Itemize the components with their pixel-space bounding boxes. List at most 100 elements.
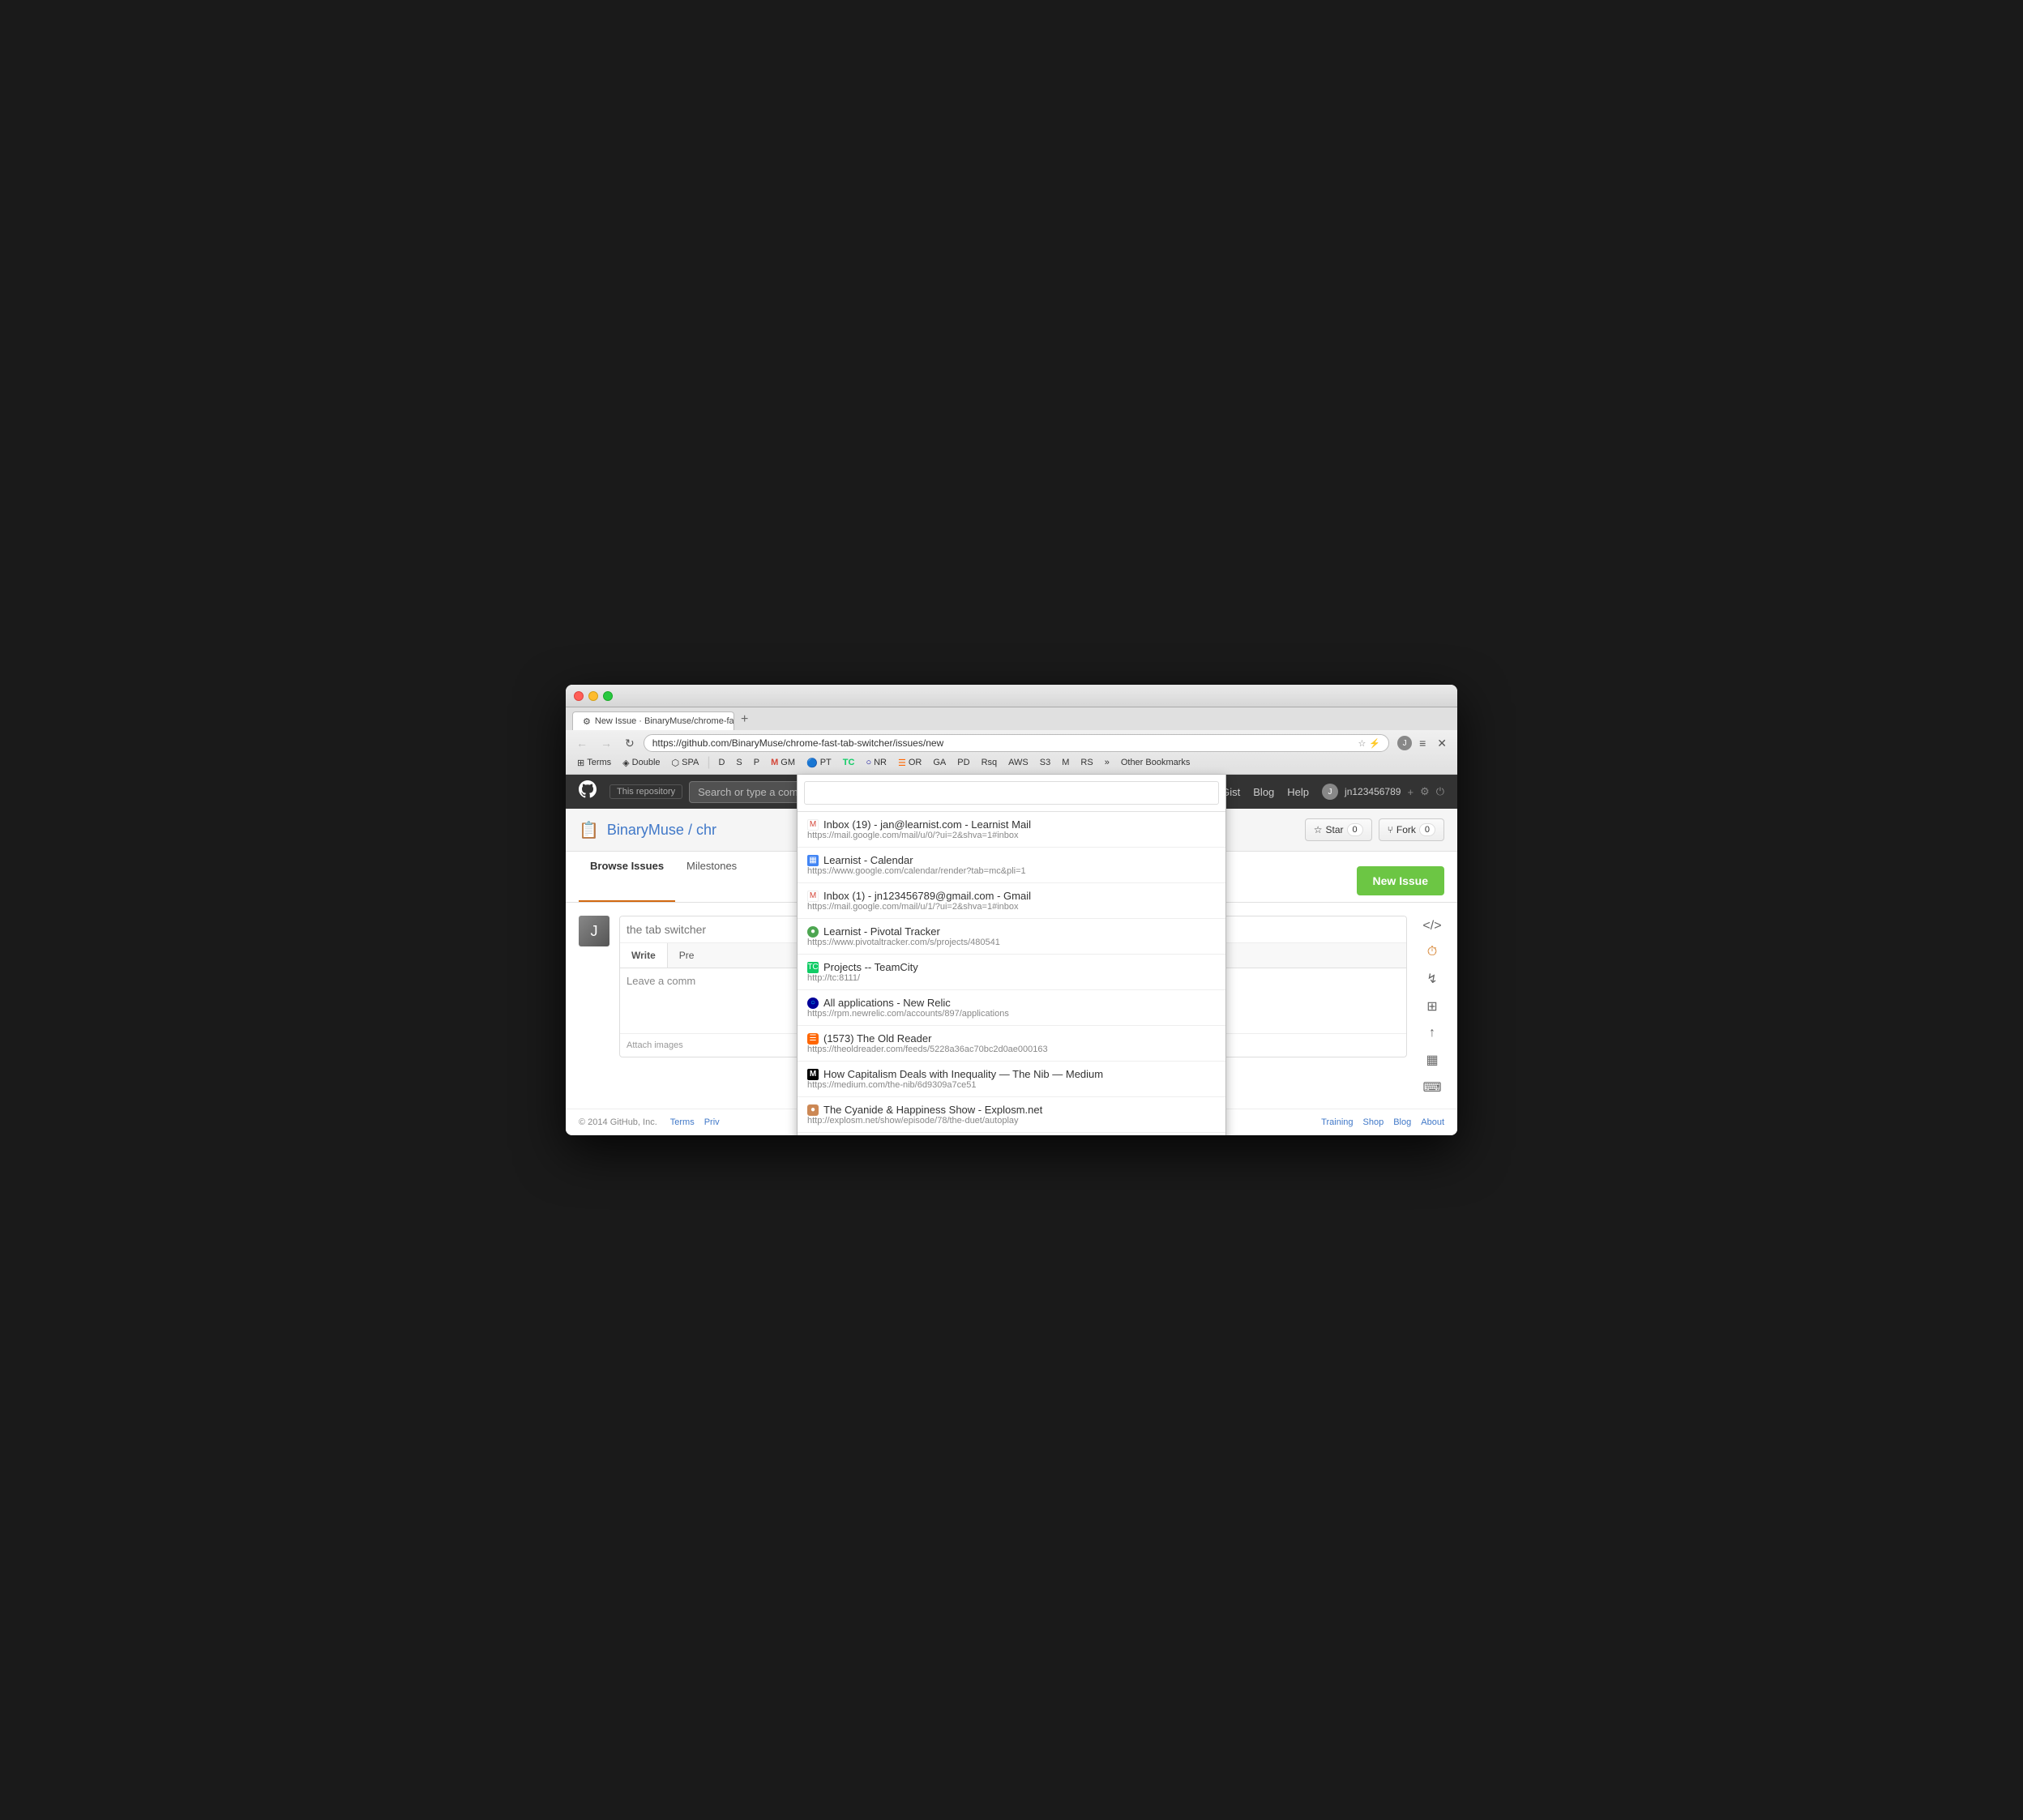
tab-item-1[interactable]: ▦ Learnist - Calendar https://www.google…: [798, 848, 1225, 883]
upload-icon[interactable]: ↑: [1429, 1026, 1435, 1040]
tab-item-6[interactable]: ☰ (1573) The Old Reader https://theoldre…: [798, 1026, 1225, 1062]
right-sidebar: </> ⏱ ↯ ⊞ ↑ ▦ ⌨: [1420, 916, 1444, 1096]
bookmark-s3[interactable]: S3: [1035, 757, 1055, 768]
maximize-button[interactable]: [603, 691, 613, 701]
bookmark-or[interactable]: ☰ OR: [893, 757, 926, 769]
repo-name-link[interactable]: chr: [696, 822, 716, 838]
issue-placeholder: Leave a comm: [627, 975, 695, 987]
bookmark-double[interactable]: ◈ Double: [618, 757, 665, 769]
bookmark-more[interactable]: »: [1100, 757, 1114, 768]
bookmark-tc[interactable]: TC: [838, 757, 860, 768]
apps-icon: ⊞: [577, 758, 584, 768]
bookmark-gm[interactable]: M GM: [766, 757, 800, 768]
bookmark-p[interactable]: P: [749, 757, 764, 768]
about-link[interactable]: About: [1421, 1117, 1444, 1127]
github-page: M Inbox (19) - jan@learnist.com - Learni…: [566, 775, 1457, 1135]
training-link[interactable]: Training: [1321, 1117, 1353, 1127]
tab-item-url-7: https://medium.com/the-nib/6d9309a7ce51: [807, 1080, 1216, 1090]
bookmark-icon[interactable]: ☆: [1358, 738, 1366, 749]
tab-item-0[interactable]: M Inbox (19) - jan@learnist.com - Learni…: [798, 812, 1225, 848]
new-tab-btn[interactable]: +: [734, 709, 755, 730]
bookmark-ga[interactable]: GA: [928, 757, 951, 768]
bookmark-apps[interactable]: ⊞ Terms: [572, 757, 616, 769]
terms-link[interactable]: Terms: [670, 1117, 695, 1127]
code-icon[interactable]: </>: [1422, 919, 1441, 933]
tab-item-2[interactable]: M Inbox (1) - jn123456789@gmail.com - Gm…: [798, 883, 1225, 919]
clock-icon[interactable]: ⏱: [1427, 945, 1437, 959]
tab-item-url-6: https://theoldreader.com/feeds/5228a36ac…: [807, 1045, 1216, 1054]
tab-item-url-3: https://www.pivotaltracker.com/s/project…: [807, 938, 1216, 947]
subnav-browse-issues[interactable]: Browse Issues: [579, 852, 675, 902]
tab-item-8[interactable]: ● The Cyanide & Happiness Show - Explosm…: [798, 1097, 1225, 1133]
user-profile-icon[interactable]: J: [1397, 736, 1412, 750]
grid-icon[interactable]: ⊞: [1426, 998, 1437, 1015]
privacy-link[interactable]: Priv: [704, 1117, 720, 1127]
double-icon: ◈: [622, 758, 629, 768]
titlebar: [566, 685, 1457, 707]
write-tab[interactable]: Write: [620, 943, 668, 968]
bookmark-pt[interactable]: 🔵 PT: [802, 757, 836, 769]
active-tab[interactable]: ⚙ New Issue · BinaryMuse/chrome-fast-tab…: [572, 711, 734, 730]
subnav-milestones[interactable]: Milestones: [675, 852, 748, 902]
forward-button[interactable]: →: [597, 735, 616, 751]
nav-blog[interactable]: Blog: [1253, 786, 1274, 798]
table-icon[interactable]: ▦: [1426, 1052, 1438, 1068]
tab-favicon-7: M: [807, 1069, 819, 1080]
star-button[interactable]: ☆ Star 0: [1305, 818, 1372, 841]
plus-icon[interactable]: +: [1407, 786, 1414, 798]
close-button[interactable]: [574, 691, 584, 701]
address-bar[interactable]: https://github.com/BinaryMuse/chrome-fas…: [644, 734, 1389, 752]
tab-switcher-dropdown: M Inbox (19) - jan@learnist.com - Learni…: [797, 775, 1226, 1135]
tab-item-9[interactable]: E Extra Fabulous Comics » 142 http://ext…: [798, 1133, 1225, 1135]
repo-owner-link[interactable]: BinaryMuse: [607, 822, 684, 838]
bookmark-spa[interactable]: ⬡ SPA: [667, 757, 704, 769]
tab-item-url-0: https://mail.google.com/mail/u/0/?ui=2&s…: [807, 831, 1216, 840]
bookmark-nr[interactable]: ○ NR: [861, 757, 892, 768]
bookmark-pd[interactable]: PD: [952, 757, 974, 768]
bookmark-aws[interactable]: AWS: [1003, 757, 1033, 768]
keyboard-icon[interactable]: ⌨: [1422, 1079, 1441, 1096]
tab-favicon-0: M: [807, 819, 819, 831]
tab-item-5[interactable]: ○ All applications - New Relic https://r…: [798, 990, 1225, 1026]
bookmark-rsq[interactable]: Rsq: [977, 757, 1003, 768]
tab-item-4[interactable]: TC Projects -- TeamCity http://tc:8111/: [798, 955, 1225, 990]
github-logo[interactable]: [579, 780, 597, 803]
tab-favicon-6: ☰: [807, 1033, 819, 1045]
fork-button[interactable]: ⑂ Fork 0: [1379, 818, 1444, 841]
user-avatar[interactable]: J: [1322, 784, 1338, 800]
search-scope-selector[interactable]: This repository: [609, 784, 682, 799]
lightning-icon[interactable]: ↯: [1426, 971, 1437, 987]
settings-gear-icon[interactable]: ⚙: [1420, 785, 1430, 798]
close-tab-icon[interactable]: ✕: [1433, 735, 1451, 752]
attach-label[interactable]: Attach images: [627, 1040, 683, 1050]
gm-icon: M: [771, 758, 778, 767]
bookmark-m2[interactable]: M: [1057, 757, 1074, 768]
power-icon[interactable]: ⏻: [1436, 785, 1444, 798]
tab-item-7[interactable]: M How Capitalism Deals with Inequality —…: [798, 1062, 1225, 1097]
new-issue-area: New Issue: [1316, 852, 1444, 902]
blog-link[interactable]: Blog: [1393, 1117, 1411, 1127]
extensions-icon[interactable]: ⚡: [1369, 738, 1380, 749]
fork-count: 0: [1419, 823, 1435, 836]
d-icon: D: [718, 758, 725, 767]
nav-help[interactable]: Help: [1287, 786, 1309, 798]
tab-switcher-input[interactable]: [804, 781, 1219, 805]
footer-links: Terms Priv: [670, 1117, 720, 1127]
repo-title: BinaryMuse / chr: [607, 822, 716, 839]
bookmark-s[interactable]: S: [731, 757, 746, 768]
reload-button[interactable]: ↻: [621, 735, 639, 752]
settings-icon[interactable]: ≡: [1415, 735, 1430, 751]
tab-favicon-5: ○: [807, 998, 819, 1009]
back-button[interactable]: ←: [572, 735, 592, 751]
star-icon: ☆: [1314, 824, 1323, 835]
minimize-button[interactable]: [588, 691, 598, 701]
repo-icon: 📋: [579, 820, 599, 840]
tab-favicon-8: ●: [807, 1104, 819, 1116]
shop-link[interactable]: Shop: [1363, 1117, 1384, 1127]
bookmark-d[interactable]: D: [713, 757, 729, 768]
tab-item-3[interactable]: ● Learnist - Pivotal Tracker https://www…: [798, 919, 1225, 955]
bookmark-rs[interactable]: RS: [1076, 757, 1097, 768]
preview-tab[interactable]: Pre: [668, 943, 706, 968]
bookmark-other[interactable]: Other Bookmarks: [1116, 757, 1195, 768]
new-issue-button[interactable]: New Issue: [1357, 866, 1444, 895]
